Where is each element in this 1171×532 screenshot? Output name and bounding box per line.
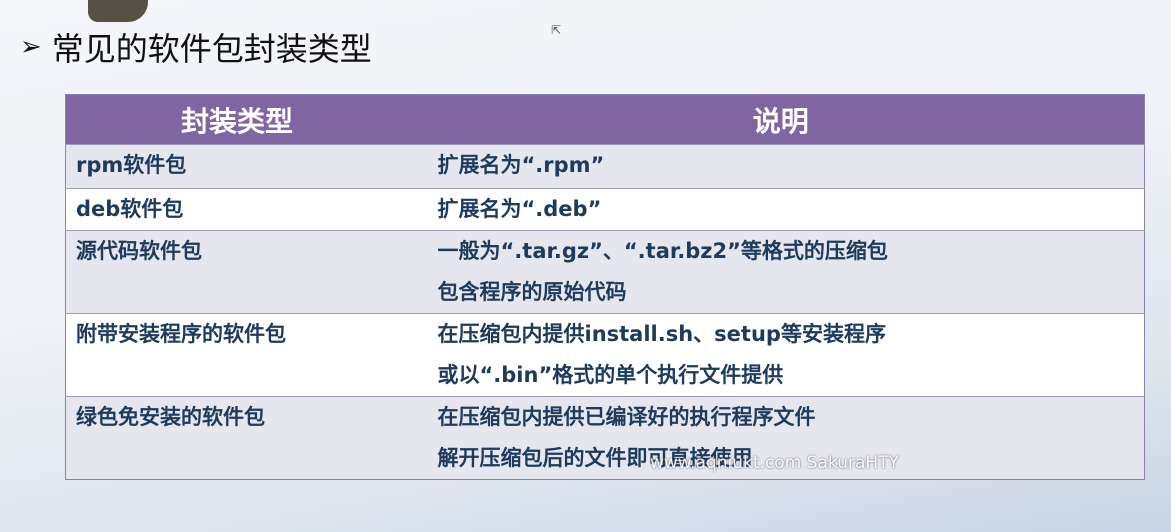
cell-description: 扩展名为“.rpm” (417, 144, 1145, 189)
table-row: deb软件包 扩展名为“.deb” (65, 188, 1145, 231)
description-line: 扩展名为“.deb” (437, 197, 602, 221)
arrow-bullet-icon: ➢ (20, 32, 42, 62)
cell-description: 一般为“.tar.gz”、“.tar.bz2”等格式的压缩包 包含程序的原始代码 (417, 230, 1145, 314)
cell-type: 源代码软件包 (65, 230, 418, 314)
package-types-table: 封装类型 说明 rpm软件包 扩展名为“.rpm” deb软件包 扩展名为“.d… (65, 94, 1145, 480)
table-row: 附带安装程序的软件包 在压缩包内提供install.sh、setup等安装程序或… (65, 313, 1145, 397)
description-line: 包含程序的原始代码 (437, 280, 627, 304)
cell-description: 在压缩包内提供install.sh、setup等安装程序 或以“.bin”格式的单… (417, 313, 1145, 397)
description-line: 扩展名为“.rpm” (437, 153, 605, 177)
table-row: rpm软件包 扩展名为“.rpm” (65, 144, 1145, 189)
cell-type: deb软件包 (65, 188, 418, 231)
description-line: 在压缩包内提供已编译好的执行程序文件 (437, 405, 816, 429)
cell-type: rpm软件包 (65, 144, 418, 189)
cell-type: 绿色免安装的软件包 (65, 396, 418, 480)
cell-type: 附带安装程序的软件包 (65, 313, 418, 397)
slide-title-text: 常见的软件包封装类型 (51, 30, 372, 68)
header-type: 封装类型 (65, 94, 418, 145)
table-header-row: 封装类型 说明 (65, 94, 1145, 145)
mouse-cursor-icon: ⇱ (551, 23, 562, 37)
table-row: 绿色免安装的软件包 在压缩包内提供已编译好的执行程序文件 解开压缩包后的文件即可直… (65, 396, 1145, 480)
cell-description: 扩展名为“.deb” (417, 188, 1145, 231)
description-line: 在压缩包内提供install.sh、setup等安装程序 (437, 322, 886, 346)
description-line: 一般为“.tar.gz”、“.tar.bz2”等格式的压缩包 (437, 239, 888, 263)
watermark: www.aqniukt.com SakuraHTY (650, 453, 899, 473)
table-row: 源代码软件包 一般为“.tar.gz”、“.tar.bz2”等格式的压缩包 包含程… (65, 230, 1145, 314)
description-line: 或以“.bin”格式的单个执行文件提供 (437, 363, 784, 387)
slide-title: ➢ 常见的软件包封装类型 (20, 24, 372, 70)
header-description: 说明 (417, 94, 1145, 145)
logo-image (88, 0, 148, 22)
